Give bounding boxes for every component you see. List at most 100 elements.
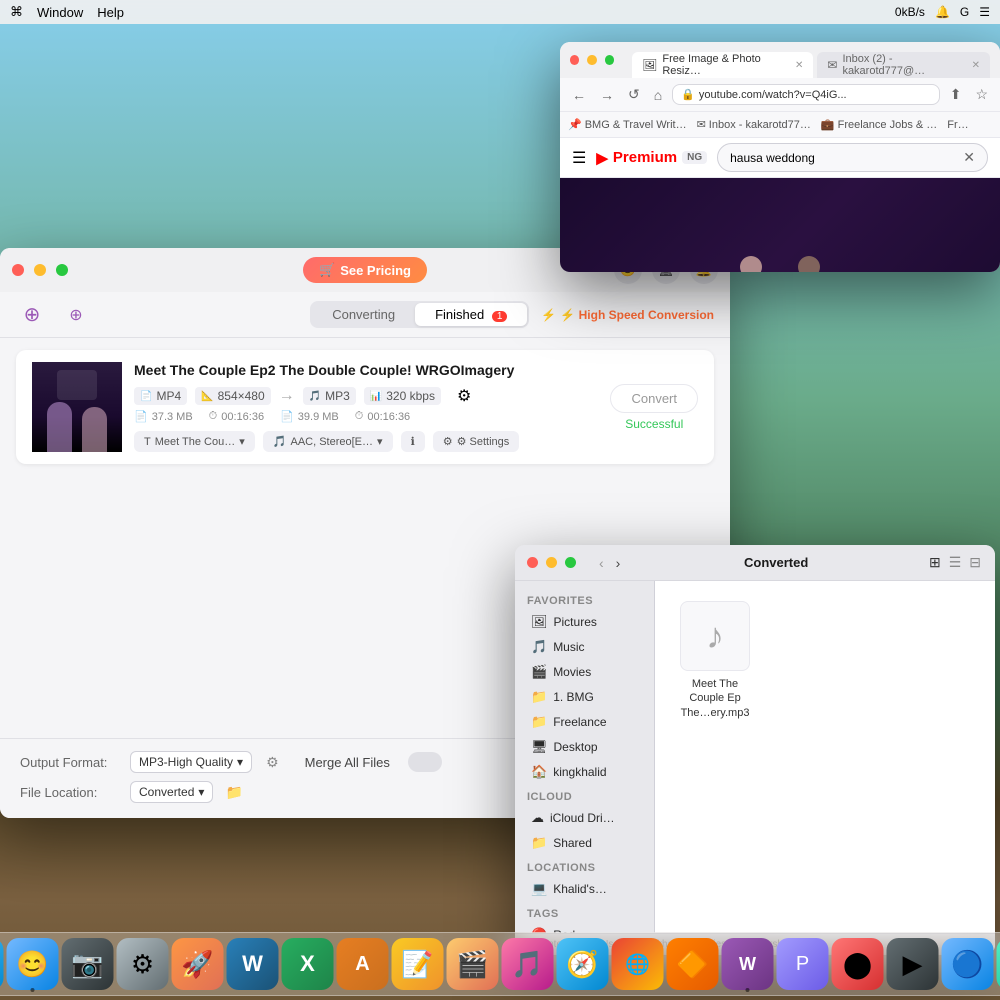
browser-close-btn[interactable]: [570, 55, 579, 65]
yt-menu-icon[interactable]: ☰: [572, 148, 586, 168]
dock-misc1[interactable]: 🔵: [942, 938, 994, 990]
finder-column-view[interactable]: ⊟: [967, 552, 983, 573]
file-info: Meet The Couple Ep2 The Double Couple! W…: [134, 362, 590, 452]
tab-finished[interactable]: Finished 1: [415, 303, 527, 326]
folder-browse-icon[interactable]: 📁: [223, 781, 245, 803]
sidebar-item-kingkhalid[interactable]: 🏠 kingkhalid: [519, 760, 650, 784]
notification-icon[interactable]: 🔔: [935, 5, 950, 19]
dock-app-store[interactable]: 🅰: [0, 938, 4, 990]
dock-wondershare[interactable]: W: [722, 938, 774, 990]
finder-minimize-btn[interactable]: [546, 557, 557, 568]
converter-fullscreen-btn[interactable]: [56, 264, 68, 276]
finder-back-btn[interactable]: ‹: [594, 553, 609, 573]
settings-button[interactable]: ⚙ ⚙ Settings: [433, 431, 520, 452]
finder-icon-view[interactable]: ⊞: [927, 552, 943, 573]
sidebar-item-freelance[interactable]: 📁 Freelance: [519, 710, 650, 734]
lightning-icon: ⚡: [541, 308, 556, 322]
locations-section-label: Locations: [515, 856, 654, 876]
sidebar-item-khalid[interactable]: 💻 Khalid's…: [519, 877, 650, 901]
bmg-label: BMG & Travel Writ…: [585, 119, 687, 131]
output-format-select[interactable]: MP3-High Quality ▾: [130, 751, 252, 773]
source-size: 📄 37.3 MB: [134, 410, 193, 423]
chevron-down-icon: ▾: [239, 435, 245, 448]
address-bar[interactable]: 🔒 youtube.com/watch?v=Q4iG...: [672, 84, 940, 105]
tab-youtube[interactable]: 🖼 Free Image & Photo Resiz… ✕: [632, 52, 813, 78]
sidebar-item-desktop[interactable]: 🖥 Desktop: [519, 735, 650, 759]
dock-misc3[interactable]: 🎬: [447, 938, 499, 990]
dock-settings[interactable]: ⚙: [117, 938, 169, 990]
youtube-video-area[interactable]: [560, 178, 1000, 272]
dock-terminal[interactable]: ▶: [887, 938, 939, 990]
dock-launchpad[interactable]: 🚀: [172, 938, 224, 990]
info-button[interactable]: ℹ: [401, 431, 425, 452]
browser-maximize-btn[interactable]: [605, 55, 614, 65]
converted-file-item[interactable]: ♪ Meet The Couple Ep The…ery.mp3: [675, 601, 755, 720]
nav-home[interactable]: ⌂: [650, 85, 666, 105]
convert-button[interactable]: Convert: [610, 384, 698, 413]
sidebar-item-icloud-drive[interactable]: ☁ iCloud Dri…: [519, 806, 650, 830]
file-location-select[interactable]: Converted ▾: [130, 781, 213, 803]
apple-menu[interactable]: ⌘: [10, 4, 23, 20]
youtube-search-bar[interactable]: hausa weddong ✕: [717, 143, 988, 172]
couple-figures: [737, 256, 823, 272]
dock-word[interactable]: W: [227, 938, 279, 990]
inbox-icon: ✉: [697, 118, 706, 131]
dock-finder[interactable]: 😊: [7, 938, 59, 990]
sidebar-item-pictures[interactable]: 🖼 Pictures: [519, 610, 650, 634]
bookmark-btn[interactable]: ☆: [971, 84, 992, 105]
converter-minimize-btn[interactable]: [34, 264, 46, 276]
share-btn[interactable]: ⬆: [946, 84, 966, 105]
desktop-label: Desktop: [554, 740, 598, 754]
dock-dict[interactable]: A: [337, 938, 389, 990]
dock-red-app[interactable]: ⬤: [832, 938, 884, 990]
tab-converting[interactable]: Converting: [312, 303, 415, 326]
finder-list-view[interactable]: ☰: [947, 552, 964, 573]
finder-forward-btn[interactable]: ›: [611, 553, 626, 573]
sidebar-item-shared[interactable]: 📁 Shared: [519, 831, 650, 855]
sidebar-item-bmg[interactable]: 📁 1. BMG: [519, 685, 650, 709]
add-file-button[interactable]: ⊕: [16, 299, 48, 331]
bookmark-freelance[interactable]: 💼 Freelance Jobs & …: [821, 118, 937, 131]
format-settings-icon[interactable]: ⚙: [266, 754, 279, 771]
merge-toggle[interactable]: [408, 752, 442, 772]
dock-safari[interactable]: 🧭: [557, 938, 609, 990]
search-clear-icon[interactable]: ✕: [963, 149, 975, 166]
g-icon[interactable]: G: [960, 5, 969, 19]
dock-camera[interactable]: 📷: [62, 938, 114, 990]
dock-excel[interactable]: X: [282, 938, 334, 990]
nav-back[interactable]: ←: [568, 85, 590, 105]
settings-icon[interactable]: ⚙: [457, 386, 471, 406]
tab-youtube-close[interactable]: ✕: [795, 60, 803, 71]
converter-close-btn[interactable]: [12, 264, 24, 276]
nav-forward[interactable]: →: [596, 85, 618, 105]
tab-gmail-close[interactable]: ✕: [972, 60, 980, 71]
sidebar-item-movies[interactable]: 🎬 Movies: [519, 660, 650, 684]
bookmark-inbox[interactable]: ✉ Inbox - kakarotd77…: [697, 118, 811, 131]
nav-refresh[interactable]: ↺: [624, 84, 644, 105]
convert-action: Convert Successful: [610, 384, 698, 431]
dock-purple-app[interactable]: P: [777, 938, 829, 990]
filename-option[interactable]: T Meet The Cou… ▾: [134, 431, 255, 452]
sidebar-item-music[interactable]: 🎵 Music: [519, 635, 650, 659]
menu-help[interactable]: Help: [97, 5, 124, 20]
add-folder-button[interactable]: ⊕: [60, 299, 92, 331]
dock-notes[interactable]: 📝: [392, 938, 444, 990]
menu-bar-left: ⌘ Window Help: [10, 4, 124, 20]
bookmark-fr[interactable]: Fr…: [947, 119, 968, 131]
menu-window[interactable]: Window: [37, 5, 83, 20]
dock-vlc[interactable]: 🔶: [667, 938, 719, 990]
finder-fullscreen-btn[interactable]: [565, 557, 576, 568]
network-speed: 0kB/s: [895, 5, 925, 19]
dock-chrome[interactable]: 🌐: [612, 938, 664, 990]
tab-gmail[interactable]: ✉ Inbox (2) - kakarotd777@… ✕: [817, 52, 990, 78]
dock-misc2[interactable]: 🐚: [997, 938, 1000, 990]
dock-music[interactable]: 🎵: [502, 938, 554, 990]
audio-option[interactable]: 🎵 AAC, Stereo[E… ▾: [263, 431, 393, 452]
finder-main: ♪ Meet The Couple Ep The…ery.mp3: [655, 581, 995, 955]
browser-minimize-btn[interactable]: [587, 55, 596, 65]
menu-icon[interactable]: ☰: [979, 5, 990, 19]
finder-close-btn[interactable]: [527, 557, 538, 568]
bookmark-bmg[interactable]: 📌 BMG & Travel Writ…: [568, 118, 687, 131]
target-dur-val: 00:16:36: [367, 411, 410, 423]
see-pricing-button[interactable]: 🛒 See Pricing: [303, 257, 427, 283]
